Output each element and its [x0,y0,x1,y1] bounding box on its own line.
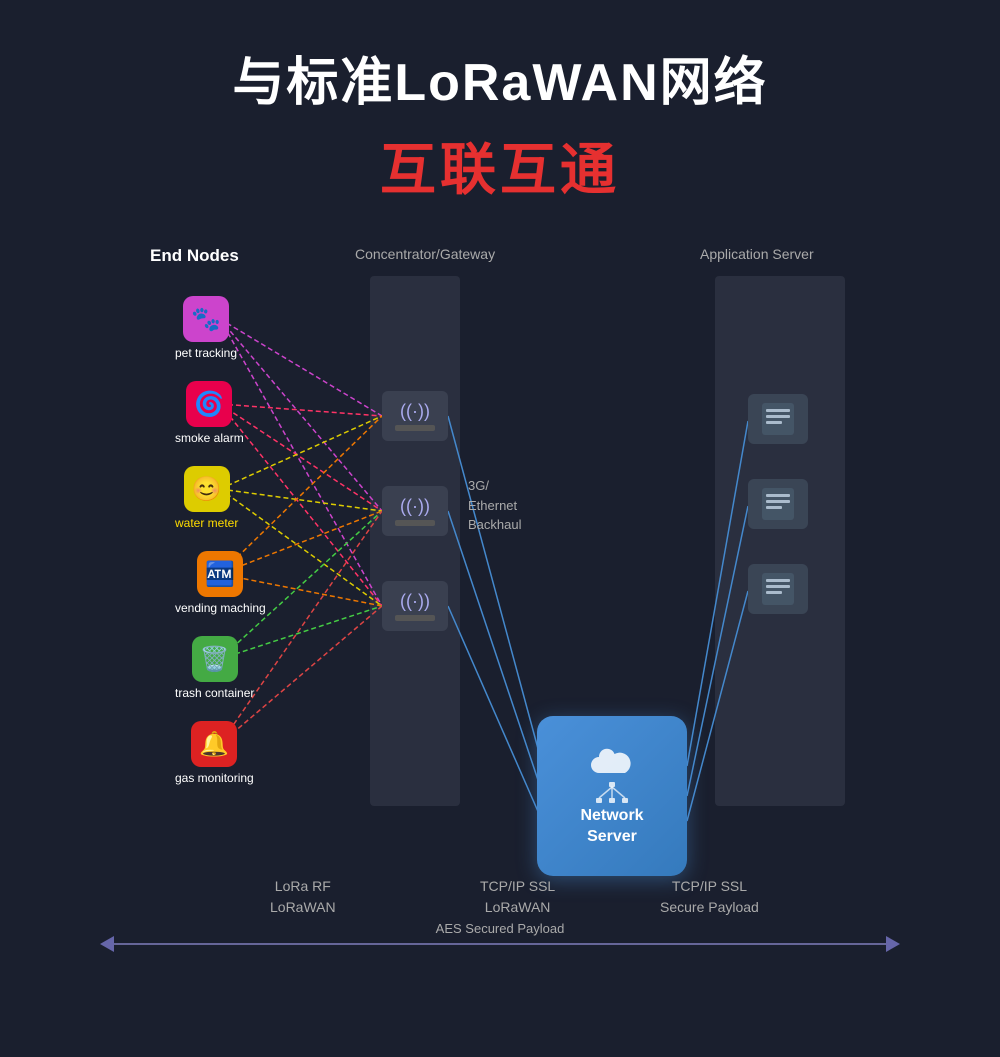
end-node-pet-tracking: 🐾 pet tracking [175,296,237,360]
gateway-base-2 [395,520,435,526]
pet-tracking-icon: 🐾 [183,296,229,342]
appserver-1 [748,394,808,444]
doc-icon-1 [758,401,798,437]
arrow-right-head [886,936,900,952]
end-node-vending-machine: 🏧 vending maching [175,551,266,615]
gateway-3: ((·)) [382,581,448,631]
doc-icon-3 [758,571,798,607]
connection-lines-svg [0,246,1000,866]
gateway-base-3 [395,615,435,621]
gateway-2: ((·)) [382,486,448,536]
end-node-smoke-alarm: 🌀 smoke alarm [175,381,244,445]
trash-container-icon: 🗑️ [192,636,238,682]
gateway-column-bg [370,276,460,806]
doc-icon-2 [758,486,798,522]
network-topology-icon [594,780,630,806]
col-label-endnodes: End Nodes [150,246,239,266]
water-meter-label: water meter [175,516,238,530]
title-line1: 与标准LoRaWAN网络 [0,40,1000,115]
bottom-section: LoRa RF LoRaWAN TCP/IP SSL LoRaWAN TCP/I… [0,866,1000,1016]
header: 与标准LoRaWAN网络 互联互通 [0,0,1000,226]
network-server: Network Server [537,716,687,876]
appserver-2 [748,479,808,529]
backhaul-label: 3G/EthernetBackhaul [468,476,521,535]
appserver-3 [748,564,808,614]
aes-arrow-container: AES Secured Payload [100,936,900,952]
appserver-column-bg [715,276,845,806]
end-node-trash-container: 🗑️ trash container [175,636,254,700]
aes-label: AES Secured Payload [436,921,565,936]
col-label-appserver: Application Server [700,246,814,262]
wifi-icon-1: ((·)) [400,401,430,422]
smoke-alarm-icon: 🌀 [186,381,232,427]
end-node-gas-monitoring: 🔔 gas monitoring [175,721,254,785]
trash-container-label: trash container [175,686,254,700]
network-server-label: Network Server [580,806,643,848]
vending-machine-label: vending maching [175,601,266,615]
title-line2: 互联互通 [0,125,1000,206]
pet-tracking-label: pet tracking [175,346,237,360]
end-node-water-meter: 😊 water meter [175,466,238,530]
diagram-area: End Nodes Concentrator/Gateway Applicati… [0,246,1000,866]
gateway-1: ((·)) [382,391,448,441]
wifi-icon-3: ((·)) [400,591,430,612]
smoke-alarm-label: smoke alarm [175,431,244,445]
protocol-label-3: TCP/IP SSL Secure Payload [660,876,759,918]
gateway-base-1 [395,425,435,431]
arrow-left-head [100,936,114,952]
gas-monitoring-icon: 🔔 [191,721,237,767]
protocol-label-1: LoRa RF LoRaWAN [270,876,336,918]
vending-machine-icon: 🏧 [197,551,243,597]
cloud-svg-icon [587,745,637,780]
gas-monitoring-label: gas monitoring [175,771,254,785]
wifi-icon-2: ((·)) [400,496,430,517]
protocol-label-2: TCP/IP SSL LoRaWAN [480,876,555,918]
water-meter-icon: 😊 [184,466,230,512]
col-label-gateway: Concentrator/Gateway [355,246,495,262]
arrow-line: AES Secured Payload [114,943,886,945]
